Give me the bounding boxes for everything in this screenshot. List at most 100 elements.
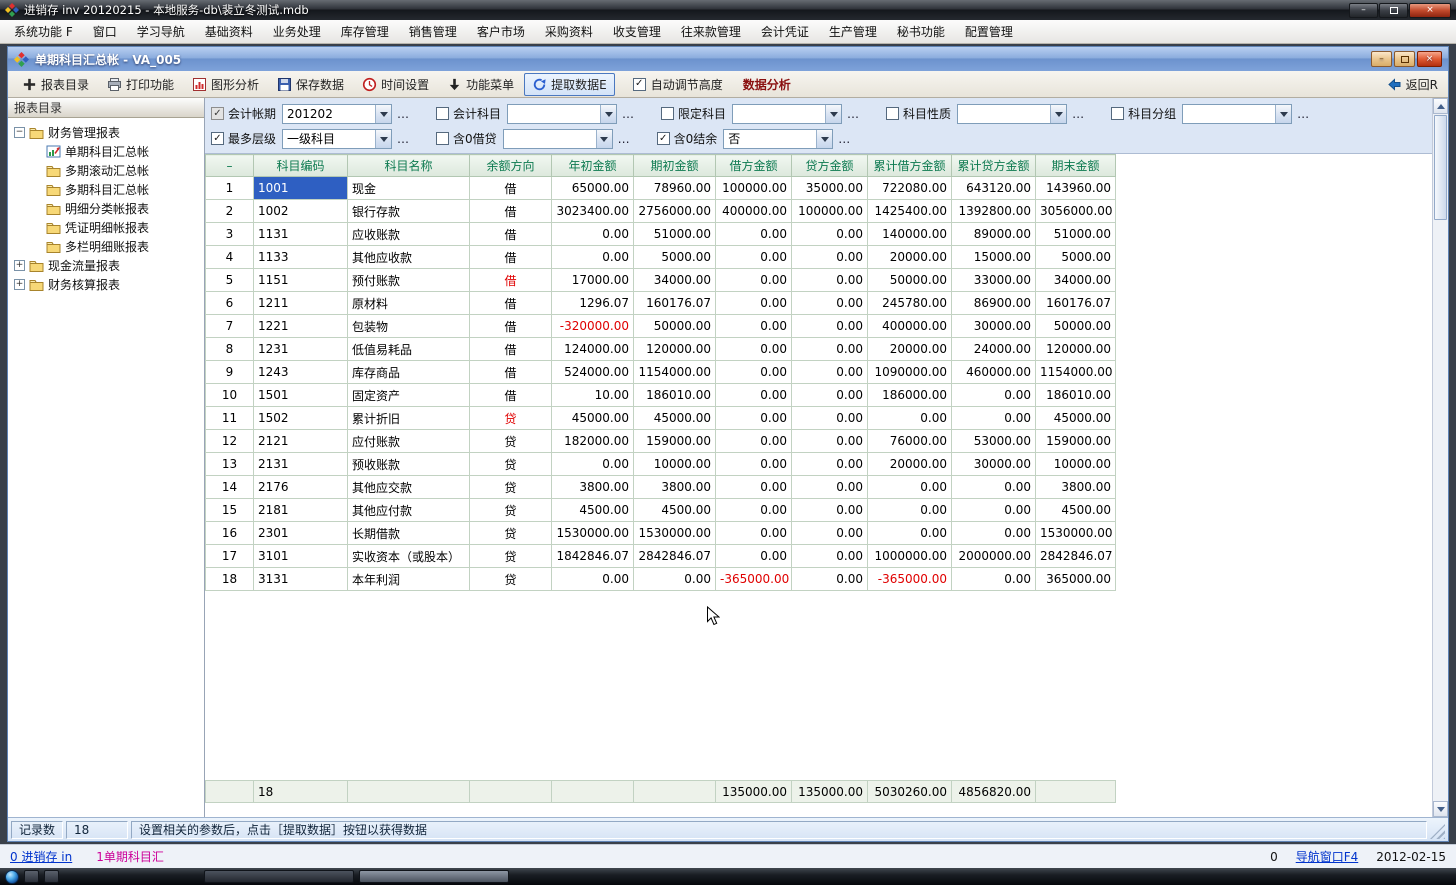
table-cell[interactable]: 本年利润 bbox=[348, 568, 470, 591]
table-cell[interactable]: 0.00 bbox=[792, 499, 868, 522]
table-cell[interactable]: 120000.00 bbox=[1036, 338, 1116, 361]
ellipsis-button[interactable]: … bbox=[397, 132, 410, 146]
toolbar-button[interactable]: 报表目录 bbox=[14, 73, 97, 96]
table-cell[interactable]: 2181 bbox=[254, 499, 348, 522]
table-cell[interactable]: 460000.00 bbox=[952, 361, 1036, 384]
table-row[interactable]: 21002银行存款借3023400.002756000.00400000.001… bbox=[206, 200, 1116, 223]
table-cell[interactable]: 0.00 bbox=[792, 522, 868, 545]
table-cell[interactable]: 0.00 bbox=[868, 499, 952, 522]
table-cell[interactable]: 2121 bbox=[254, 430, 348, 453]
menu-item[interactable]: 库存管理 bbox=[331, 20, 399, 43]
table-cell[interactable]: 245780.00 bbox=[868, 292, 952, 315]
table-cell[interactable]: 贷 bbox=[470, 545, 552, 568]
table-cell[interactable]: 159000.00 bbox=[634, 430, 716, 453]
table-cell[interactable]: 贷 bbox=[470, 522, 552, 545]
menu-item[interactable]: 往来款管理 bbox=[671, 20, 751, 43]
table-cell[interactable]: 3056000.00 bbox=[1036, 200, 1116, 223]
collapse-icon[interactable]: − bbox=[14, 127, 25, 138]
table-cell[interactable]: 1425400.00 bbox=[868, 200, 952, 223]
table-cell[interactable]: 11 bbox=[206, 407, 254, 430]
table-cell[interactable]: 贷 bbox=[470, 476, 552, 499]
table-cell[interactable]: 借 bbox=[470, 292, 552, 315]
table-cell[interactable]: 0.00 bbox=[716, 269, 792, 292]
table-cell[interactable]: 0.00 bbox=[716, 522, 792, 545]
table-cell[interactable]: 30000.00 bbox=[952, 315, 1036, 338]
table-cell[interactable]: 45000.00 bbox=[552, 407, 634, 430]
table-cell[interactable]: 1211 bbox=[254, 292, 348, 315]
quick-launch-icon[interactable] bbox=[44, 870, 59, 883]
table-cell[interactable]: 1231 bbox=[254, 338, 348, 361]
table-cell[interactable]: 124000.00 bbox=[552, 338, 634, 361]
table-cell[interactable]: 51000.00 bbox=[1036, 223, 1116, 246]
tree-item[interactable]: 多期科目汇总帐 bbox=[10, 180, 202, 199]
table-cell[interactable]: 0.00 bbox=[792, 568, 868, 591]
tree-item[interactable]: +现金流量报表 bbox=[10, 256, 202, 275]
table-cell[interactable]: 17 bbox=[206, 545, 254, 568]
table-cell[interactable]: 3800.00 bbox=[634, 476, 716, 499]
filter-checkbox[interactable] bbox=[886, 107, 899, 120]
filter-checkbox[interactable] bbox=[1111, 107, 1124, 120]
table-cell[interactable]: 45000.00 bbox=[634, 407, 716, 430]
table-cell[interactable]: 现金 bbox=[348, 177, 470, 200]
table-cell[interactable]: 1530000.00 bbox=[552, 522, 634, 545]
ellipsis-button[interactable]: … bbox=[1072, 107, 1085, 121]
table-cell[interactable]: 76000.00 bbox=[868, 430, 952, 453]
expand-icon[interactable]: + bbox=[14, 279, 25, 290]
table-cell[interactable]: 0.00 bbox=[716, 246, 792, 269]
table-cell[interactable]: 1002 bbox=[254, 200, 348, 223]
table-cell[interactable]: 0.00 bbox=[952, 476, 1036, 499]
table-cell[interactable]: 140000.00 bbox=[868, 223, 952, 246]
table-cell[interactable]: 1842846.07 bbox=[552, 545, 634, 568]
table-cell[interactable]: 0.00 bbox=[716, 545, 792, 568]
table-cell[interactable]: 16 bbox=[206, 522, 254, 545]
table-cell[interactable]: 0.00 bbox=[792, 361, 868, 384]
table-cell[interactable]: 89000.00 bbox=[952, 223, 1036, 246]
table-cell[interactable]: 1151 bbox=[254, 269, 348, 292]
table-cell[interactable]: 借 bbox=[470, 177, 552, 200]
table-cell[interactable]: 0.00 bbox=[792, 246, 868, 269]
child-maximize-button[interactable] bbox=[1394, 51, 1415, 67]
tree-item[interactable]: 凭证明细帐报表 bbox=[10, 218, 202, 237]
table-cell[interactable]: 14 bbox=[206, 476, 254, 499]
filter-dropdown[interactable] bbox=[732, 104, 842, 124]
menu-item[interactable]: 客户市场 bbox=[467, 20, 535, 43]
table-cell[interactable]: 1392800.00 bbox=[952, 200, 1036, 223]
table-cell[interactable]: 15 bbox=[206, 499, 254, 522]
table-cell[interactable]: 0.00 bbox=[792, 430, 868, 453]
table-cell[interactable]: 其他应交款 bbox=[348, 476, 470, 499]
table-cell[interactable]: 3800.00 bbox=[1036, 476, 1116, 499]
tree-item[interactable]: +财务核算报表 bbox=[10, 275, 202, 294]
tree-item[interactable]: 多期滚动汇总帐 bbox=[10, 161, 202, 180]
ellipsis-button[interactable]: … bbox=[618, 132, 631, 146]
filter-dropdown[interactable]: 201202 bbox=[282, 104, 392, 124]
table-cell[interactable]: 原材料 bbox=[348, 292, 470, 315]
table-cell[interactable]: 低值易耗品 bbox=[348, 338, 470, 361]
table-cell[interactable]: 库存商品 bbox=[348, 361, 470, 384]
table-cell[interactable]: 2842846.07 bbox=[1036, 545, 1116, 568]
tree-item[interactable]: 多栏明细账报表 bbox=[10, 237, 202, 256]
table-row[interactable]: 152181其他应付款贷4500.004500.000.000.000.000.… bbox=[206, 499, 1116, 522]
filter-dropdown[interactable]: 否 bbox=[723, 129, 833, 149]
table-cell[interactable]: 50000.00 bbox=[868, 269, 952, 292]
table-cell[interactable]: 12 bbox=[206, 430, 254, 453]
table-cell[interactable]: 贷 bbox=[470, 430, 552, 453]
chevron-down-icon[interactable] bbox=[600, 105, 616, 123]
minimize-button[interactable]: – bbox=[1349, 3, 1378, 18]
table-cell[interactable]: 50000.00 bbox=[634, 315, 716, 338]
bottombar-item[interactable]: 0 bbox=[1270, 850, 1278, 864]
resize-grip[interactable] bbox=[1430, 824, 1445, 839]
table-cell[interactable]: 65000.00 bbox=[552, 177, 634, 200]
table-cell[interactable]: 18 bbox=[206, 568, 254, 591]
table-cell[interactable]: 20000.00 bbox=[868, 246, 952, 269]
table-cell[interactable]: 100000.00 bbox=[716, 177, 792, 200]
table-cell[interactable]: 实收资本（或股本） bbox=[348, 545, 470, 568]
table-cell[interactable]: 其他应收款 bbox=[348, 246, 470, 269]
table-cell[interactable]: 借 bbox=[470, 269, 552, 292]
table-cell[interactable]: 35000.00 bbox=[792, 177, 868, 200]
table-cell[interactable]: 159000.00 bbox=[1036, 430, 1116, 453]
table-cell[interactable]: 0.00 bbox=[716, 384, 792, 407]
table-row[interactable]: 81231低值易耗品借124000.00120000.000.000.00200… bbox=[206, 338, 1116, 361]
filter-checkbox[interactable] bbox=[436, 107, 449, 120]
table-cell[interactable]: 10000.00 bbox=[634, 453, 716, 476]
column-header[interactable]: 科目名称 bbox=[348, 155, 470, 177]
